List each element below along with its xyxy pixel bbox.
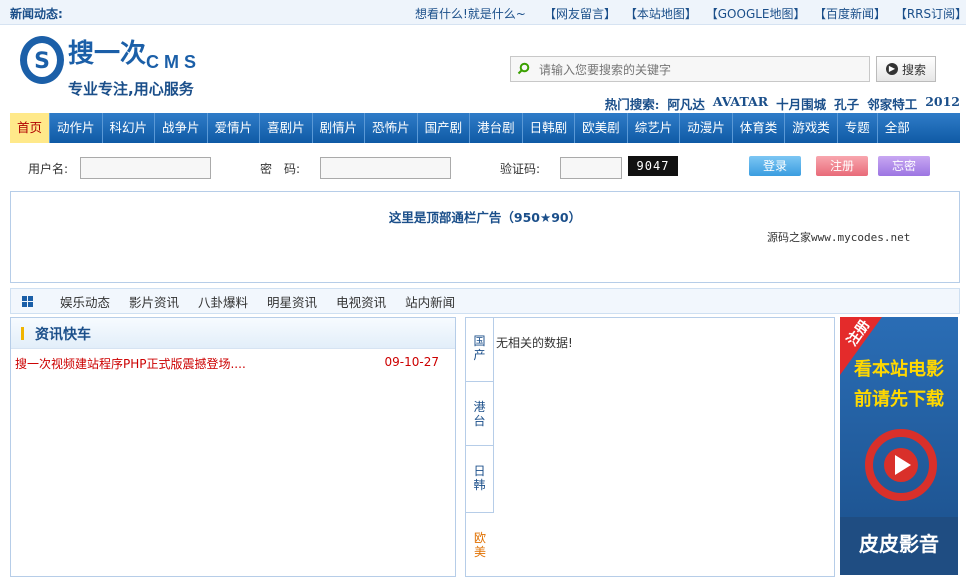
top-news-bar: 新闻动态: 想看什么!就是什么~ 【网友留言】 【本站地图】 【GOOGLE地图… [0,0,966,25]
captcha-field[interactable] [560,157,622,179]
panel-title: 资讯快车 [35,327,91,343]
login-bar: 用户名: 密 码: 验证码: 9047 登录 注册 忘密 [10,152,960,182]
subnav-item-tv-news[interactable]: 电视资讯 [336,292,386,311]
tab-label: 欧美 [473,531,486,559]
subnav-item-gossip[interactable]: 八卦爆料 [198,292,248,311]
logo-cms: C M S [146,52,196,72]
nav-item-jp-kr-series[interactable]: 日韩剧 [523,113,576,143]
logo-mark: 搜一次 [68,39,146,69]
news-title: 搜一次视频建站程序PHP正式版震撼登场.... [15,357,246,371]
username-field[interactable] [80,157,211,179]
subnav-item-entertainment[interactable]: 娱乐动态 [60,292,110,311]
nav-item-hk-tw-series[interactable]: 港台剧 [470,113,523,143]
nav-item-all[interactable]: 全部 [878,113,917,143]
hot-term[interactable]: 孔子 [834,94,859,113]
arrow-right-icon: ▶ [885,63,898,75]
subnav-item-film-news[interactable]: 影片资讯 [129,292,179,311]
search-icon [517,62,530,75]
tab-empty-message: 无相关的数据! [496,336,573,350]
baidu-news-link[interactable]: 【百度新闻】 [814,5,886,22]
side-ad-brand: 皮皮影音 [859,532,939,556]
username-label: 用户名: [28,162,69,176]
side-ad-line2: 前请先下载 [854,388,944,410]
side-ad-line1: 看本站电影 [853,358,944,380]
nav-item-comedy[interactable]: 喜剧片 [260,113,313,143]
logo-tagline: 专业专注,用心服务 [68,80,195,98]
main-nav: 首页 动作片 科幻片 战争片 爱情片 喜剧片 剧情片 恐怖片 国产剧 港台剧 日… [10,113,960,143]
top-banner-ad[interactable]: 这里是顶部通栏广告（950★90） 源码之家www.mycodes.net [10,191,960,283]
tab-label: 日韩 [473,464,486,492]
subnav-item-site-news[interactable]: 站内新闻 [405,292,455,311]
news-express-panel: 资讯快车 搜一次视频建站程序PHP正式版震撼登场.... 09-10-27 [10,317,456,577]
search-input[interactable] [537,60,861,79]
tab-domestic[interactable]: 国产 [466,318,494,382]
nav-item-variety[interactable]: 综艺片 [628,113,681,143]
tab-jp-kr[interactable]: 日韩 [466,446,494,513]
captcha-image[interactable]: 9047 [628,156,678,176]
search-button[interactable]: ▶ 搜索 [876,56,936,82]
nav-item-action[interactable]: 动作片 [50,113,103,143]
nav-item-anime[interactable]: 动漫片 [680,113,733,143]
nav-item-domestic-series[interactable]: 国产剧 [418,113,471,143]
forgot-password-button[interactable]: 忘密 [878,156,930,176]
search-button-label: 搜索 [901,62,926,77]
nav-item-romance[interactable]: 爱情片 [208,113,261,143]
tab-hk-tw[interactable]: 港台 [466,382,494,446]
grid-icon [22,295,33,307]
tab-western[interactable]: 欧美 [466,513,494,576]
nav-item-home[interactable]: 首页 [10,113,51,143]
register-button[interactable]: 注册 [816,156,868,176]
site-logo[interactable]: S 搜一次 C M S 专业专注,用心服务 [18,30,248,104]
header-marker [21,327,24,340]
ad-title: 这里是顶部通栏广告（950★90） [388,210,582,225]
region-tabs-panel: 国产 港台 日韩 欧美 无相关的数据! [465,317,835,577]
nav-item-sports[interactable]: 体育类 [733,113,786,143]
svg-text:S: S [34,49,50,74]
hot-term[interactable]: 邻家特工 [867,94,917,113]
side-ad-graphic: 注册 看本站电影 前请先下载 皮皮影音 [840,317,958,575]
ad-credit: 源码之家www.mycodes.net [767,231,911,244]
news-label: 新闻动态: [10,7,63,21]
news-date: 09-10-27 [384,355,439,369]
nav-item-games[interactable]: 游戏类 [785,113,838,143]
nav-item-western-series[interactable]: 欧美剧 [575,113,628,143]
google-map-link[interactable]: 【GOOGLE地图】 [706,5,806,22]
captcha-label: 验证码: [500,162,541,176]
top-links: 【网友留言】 【本站地图】 【GOOGLE地图】 【百度新闻】 【RRS订阅】 [544,5,966,22]
news-subnav: 娱乐动态 影片资讯 八卦爆料 明星资讯 电视资讯 站内新闻 [10,288,960,314]
rss-link[interactable]: 【RRS订阅】 [895,5,966,22]
logo-graphic: S 搜一次 C M S 专业专注,用心服务 [20,36,196,98]
hot-term[interactable]: 十月围城 [776,94,826,113]
tab-label: 港台 [473,400,486,428]
sitemap-link[interactable]: 【本站地图】 [625,5,697,22]
slogan-link[interactable]: 想看什么!就是什么~ [415,5,526,22]
login-button[interactable]: 登录 [749,156,801,176]
panel-header: 资讯快车 [11,318,455,349]
hot-term[interactable]: AVATAR [713,94,768,113]
password-field[interactable] [320,157,451,179]
hot-term[interactable]: 阿凡达 [667,94,705,113]
password-label: 密 码: [260,162,301,176]
hot-search: 热门搜索: 阿凡达 AVATAR 十月围城 孔子 邻家特工 2012 [605,94,960,113]
nav-item-drama[interactable]: 剧情片 [313,113,366,143]
search-box [510,56,870,82]
nav-item-horror[interactable]: 恐怖片 [365,113,418,143]
side-download-ad[interactable]: 注册 看本站电影 前请先下载 皮皮影音 [840,317,958,575]
hot-term[interactable]: 2012 [925,94,960,113]
hot-search-label: 热门搜索: [604,97,660,112]
nav-item-scifi[interactable]: 科幻片 [103,113,156,143]
subnav-item-stars[interactable]: 明星资讯 [267,292,317,311]
nav-item-topics[interactable]: 专题 [838,113,878,143]
guestbook-link[interactable]: 【网友留言】 [544,5,616,22]
vertical-tabs: 国产 港台 日韩 欧美 [466,318,494,576]
list-item[interactable]: 搜一次视频建站程序PHP正式版震撼登场.... 09-10-27 [15,355,439,372]
nav-item-war[interactable]: 战争片 [155,113,208,143]
tab-label: 国产 [473,334,486,362]
